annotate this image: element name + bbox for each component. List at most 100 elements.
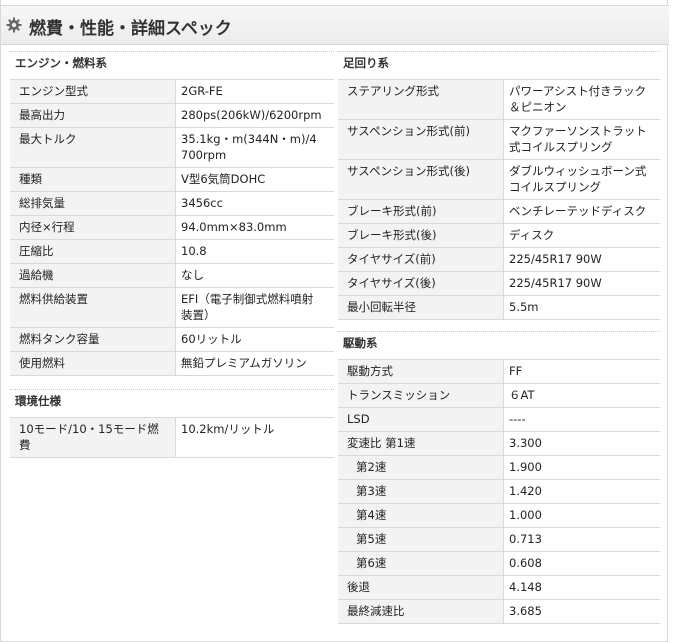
spec-value: マクファーソンストラット 式コイルスプリング xyxy=(509,124,647,154)
spec-label: サスペンション形式(後) xyxy=(338,160,504,199)
table-row: 使用燃料 無鉛プレミアムガソリン xyxy=(10,352,334,376)
spec-label: 内径×行程 xyxy=(10,216,176,239)
table-row: 最小回転半径 5.5m xyxy=(338,296,660,320)
table-row: 最終減速比 3.685 xyxy=(338,600,660,624)
spec-value: 0.713 xyxy=(509,532,542,546)
spec-label: 燃料供給装置 xyxy=(10,288,176,327)
environment-spec-table: 10モード/10・15モード燃費 10.2km/リットル xyxy=(10,417,334,458)
page-title: 燃費・性能・詳細スペック xyxy=(29,19,232,39)
spec-label: 使用燃料 xyxy=(10,352,176,375)
table-row: 内径×行程 94.0mm×83.0mm xyxy=(10,216,334,240)
spec-label: 駆動方式 xyxy=(338,360,504,383)
table-row: タイヤサイズ(前) 225/45R17 90W xyxy=(338,248,660,272)
spec-label: サスペンション形式(前) xyxy=(338,120,504,159)
table-row: LSD ---- xyxy=(338,408,660,432)
spec-label: 最大トルク xyxy=(10,128,176,167)
right-column: 足回り系 ステアリング形式 パワーアシスト付きラック ＆ピニオン サスペンション形式(… xyxy=(338,49,660,624)
spec-value: ベンチレーテッドディスク xyxy=(509,204,647,218)
spec-value: 225/45R17 90W xyxy=(509,276,602,290)
spec-label: 最終減速比 xyxy=(338,600,504,623)
spec-label: 過給機 xyxy=(10,264,176,287)
table-row: 駆動方式 FF xyxy=(338,360,660,384)
spec-label: 第3速 xyxy=(338,480,504,503)
section-title-drivetrain: 駆動系 xyxy=(338,331,660,354)
spec-label: LSD xyxy=(338,408,504,431)
table-row: 第5速 0.713 xyxy=(338,528,660,552)
section-title-environment: 環境仕様 xyxy=(10,389,334,412)
table-row: 後退 4.148 xyxy=(338,576,660,600)
spec-value: ６AT xyxy=(509,388,535,402)
spec-label: 第6速 xyxy=(338,552,504,575)
table-row: タイヤサイズ(後) 225/45R17 90W xyxy=(338,272,660,296)
spec-value: パワーアシスト付きラック ＆ピニオン xyxy=(509,84,647,114)
spec-value: 3456cc xyxy=(181,196,223,210)
table-row: 燃料供給装置 EFI（電子制御式燃料噴射 装置） xyxy=(10,288,334,328)
section-title-suspension: 足回り系 xyxy=(338,51,660,74)
suspension-spec-table: ステアリング形式 パワーアシスト付きラック ＆ピニオン サスペンション形式(前) マクフ… xyxy=(338,79,660,320)
table-row: 圧縮比 10.8 xyxy=(10,240,334,264)
spec-value: 5.5m xyxy=(509,300,539,314)
spec-label: 燃料タンク容量 xyxy=(10,328,176,351)
spec-value: 10.2km/リットル xyxy=(181,422,275,436)
spec-label: 後退 xyxy=(338,576,504,599)
spec-value: 94.0mm×83.0mm xyxy=(181,220,287,234)
spec-value: 225/45R17 90W xyxy=(509,252,602,266)
spec-label: 圧縮比 xyxy=(10,240,176,263)
table-row: ステアリング形式 パワーアシスト付きラック ＆ピニオン xyxy=(338,80,660,120)
table-row: サスペンション形式(後) ダブルウィッシュボーン式 コイルスプリング xyxy=(338,160,660,200)
spec-value: 0.608 xyxy=(509,556,542,570)
spec-label: エンジン型式 xyxy=(10,80,176,103)
spec-value: 280ps(206kW)/6200rpm xyxy=(181,108,322,122)
spec-value: 3.300 xyxy=(509,436,542,450)
spec-value: ディスク xyxy=(509,228,555,242)
section-title-engine: エンジン・燃料系 xyxy=(10,51,334,74)
spec-label: 最小回転半径 xyxy=(338,296,504,319)
spec-label: 変速比 第1速 xyxy=(338,432,504,455)
spec-value: 4.148 xyxy=(509,580,542,594)
table-row: 燃料タンク容量 60リットル xyxy=(10,328,334,352)
spec-label: 10モード/10・15モード燃費 xyxy=(10,418,176,457)
spec-value: 1.420 xyxy=(509,484,542,498)
spec-value: FF xyxy=(509,364,523,378)
spec-label: 第5速 xyxy=(338,528,504,551)
engine-spec-table: エンジン型式 2GR-FE 最高出力 280ps(206kW)/6200rpm 最大トル… xyxy=(10,79,334,376)
table-row: ブレーキ形式(後) ディスク xyxy=(338,224,660,248)
spec-value: 2GR-FE xyxy=(181,84,223,98)
gear-icon xyxy=(6,17,22,33)
spec-panel: 燃費・性能・詳細スペック エンジン・燃料系 エンジン型式 2GR-FE 最高出力 28… xyxy=(0,0,669,642)
spec-label: ステアリング形式 xyxy=(338,80,504,119)
spec-value: EFI（電子制御式燃料噴射 装置） xyxy=(181,292,314,322)
spec-label: 総排気量 xyxy=(10,192,176,215)
spec-value: 35.1kg・m(344N・m)/4 700rpm xyxy=(181,132,317,162)
table-row: 種類 V型6気筒DOHC xyxy=(10,168,334,192)
spec-label: ブレーキ形式(後) xyxy=(338,224,504,247)
table-row: 第3速 1.420 xyxy=(338,480,660,504)
drivetrain-spec-table: 駆動方式 FF トランスミッション ６AT LSD ---- 変速比 第1速 3.300 第2速… xyxy=(338,359,660,624)
spec-value: ダブルウィッシュボーン式 コイルスプリング xyxy=(509,164,647,194)
spec-value: 無鉛プレミアムガソリン xyxy=(181,356,307,370)
spec-value: 1.000 xyxy=(509,508,542,522)
left-column: エンジン・燃料系 エンジン型式 2GR-FE 最高出力 280ps(206kW)/62… xyxy=(10,49,334,458)
spec-value: 60リットル xyxy=(181,332,242,346)
spec-label: 種類 xyxy=(10,168,176,191)
table-row: 10モード/10・15モード燃費 10.2km/リットル xyxy=(10,418,334,458)
spec-value: 1.900 xyxy=(509,460,542,474)
spec-value: 10.8 xyxy=(181,244,207,258)
spec-label: 第2速 xyxy=(338,456,504,479)
table-row: 第4速 1.000 xyxy=(338,504,660,528)
spec-label: トランスミッション xyxy=(338,384,504,407)
table-row: エンジン型式 2GR-FE xyxy=(10,80,334,104)
table-row: ブレーキ形式(前) ベンチレーテッドディスク xyxy=(338,200,660,224)
table-row: 変速比 第1速 3.300 xyxy=(338,432,660,456)
spec-value: V型6気筒DOHC xyxy=(181,172,266,186)
table-row: 過給機 なし xyxy=(10,264,334,288)
table-row: 第6速 0.608 xyxy=(338,552,660,576)
spec-label: ブレーキ形式(前) xyxy=(338,200,504,223)
table-row: 総排気量 3456cc xyxy=(10,192,334,216)
spec-value: なし xyxy=(181,268,204,282)
table-row: 第2速 1.900 xyxy=(338,456,660,480)
panel-header: 燃費・性能・詳細スペック xyxy=(1,5,669,45)
spec-label: タイヤサイズ(前) xyxy=(338,248,504,271)
table-row: トランスミッション ６AT xyxy=(338,384,660,408)
spec-label: 第4速 xyxy=(338,504,504,527)
